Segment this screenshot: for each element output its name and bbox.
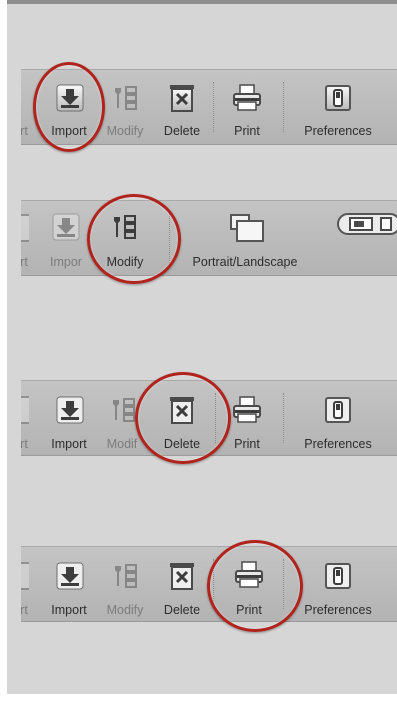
separator	[213, 82, 214, 132]
modify-label: Modify	[106, 124, 144, 138]
toolbar-item-delete[interactable]: Delete	[157, 547, 207, 621]
export-icon	[21, 396, 29, 424]
view-toggle[interactable]	[337, 213, 397, 235]
portrait-landscape-label: Portrait/Landscape	[192, 255, 298, 269]
highlight-circle-delete	[135, 372, 231, 464]
import-icon	[52, 213, 80, 241]
toolbar-item-modify[interactable]: Modify	[99, 70, 151, 144]
preferences-icon	[325, 397, 351, 423]
separator	[283, 82, 284, 132]
highlight-circle-print	[207, 540, 303, 632]
modify-label: Modify	[106, 603, 144, 617]
export-icon	[21, 562, 29, 590]
delete-icon	[170, 85, 194, 112]
preferences-icon	[325, 563, 351, 589]
modify-icon	[115, 86, 137, 110]
delete-label: Delete	[163, 603, 201, 617]
screenshot-panel: rt Import Modify	[7, 0, 397, 694]
modify-label: Modif	[106, 437, 138, 451]
import-label: Import	[51, 437, 87, 451]
modify-icon	[115, 564, 137, 588]
export-icon	[21, 214, 29, 242]
print-icon	[233, 396, 261, 423]
export-label: rt	[21, 437, 28, 451]
highlight-circle-import	[33, 62, 105, 152]
import-icon	[56, 562, 84, 590]
print-label: Print	[234, 124, 260, 138]
print-icon	[233, 84, 261, 111]
preferences-icon	[325, 85, 351, 111]
preferences-label: Preferences	[304, 437, 372, 451]
toolbar-item-print[interactable]: Print	[222, 70, 272, 144]
toolbar-item-import[interactable]: Import	[41, 381, 97, 455]
toolbar-modify-highlight: rt Impor Modify Port	[21, 200, 397, 276]
import-label: Import	[51, 603, 87, 617]
toolbar-item-preferences[interactable]: Preferences	[297, 70, 379, 144]
toolbar-item-portrait-landscape[interactable]: Portrait/Landscape	[175, 201, 315, 275]
toolbar-item-preferences[interactable]: Preferences	[297, 381, 379, 455]
preferences-label: Preferences	[304, 124, 372, 138]
export-label: rt	[21, 255, 28, 269]
orientation-icon	[230, 214, 264, 242]
preferences-label: Preferences	[304, 603, 372, 617]
print-label: Print	[234, 437, 260, 451]
separator	[283, 393, 284, 443]
import-label: Impor	[50, 255, 82, 269]
delete-icon	[170, 563, 194, 590]
toolbar-item-import[interactable]: Impor	[41, 201, 91, 275]
toolbar-item-export[interactable]: rt	[21, 547, 39, 621]
export-label: rt	[21, 603, 28, 617]
toolbar-item-modify[interactable]: Modify	[99, 547, 151, 621]
delete-label: Delete	[163, 124, 201, 138]
toolbar-item-export[interactable]: rt	[21, 201, 39, 275]
toolbar-item-delete[interactable]: Delete	[157, 70, 207, 144]
modify-icon	[113, 398, 135, 422]
toolbar-item-export[interactable]: rt	[21, 381, 39, 455]
toolbar-item-import[interactable]: Import	[41, 547, 97, 621]
import-icon	[56, 396, 84, 424]
toggle-icon	[337, 213, 397, 235]
highlight-circle-modify	[87, 194, 181, 284]
toolbar-item-preferences[interactable]: Preferences	[297, 547, 379, 621]
